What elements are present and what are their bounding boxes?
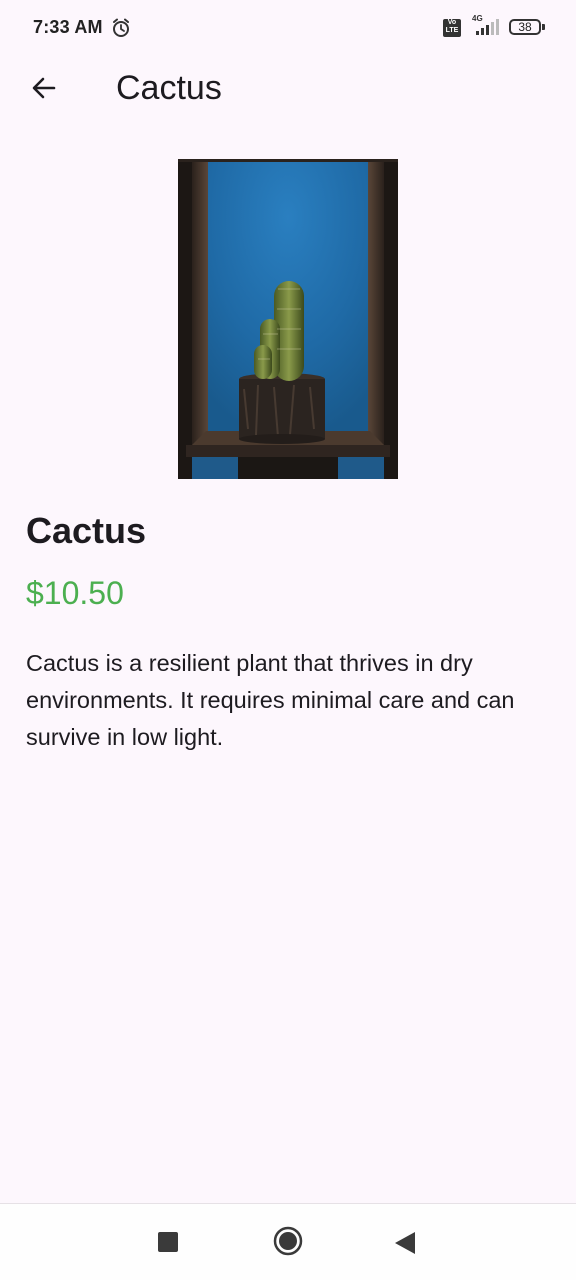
battery-tip — [542, 24, 545, 30]
product-name: Cactus — [26, 510, 147, 551]
signal-strength-icon — [476, 19, 499, 35]
app-bar: Cactus — [0, 56, 576, 120]
alarm-clock-icon — [113, 18, 129, 37]
status-time: 7:33 AM — [33, 17, 103, 37]
product-description: Cactus is a resilient plant that thrives… — [26, 650, 515, 750]
arrow-back-icon — [32, 77, 56, 99]
product-price: $10.50 — [26, 575, 124, 611]
volte-label-top: Vo — [447, 19, 457, 26]
system-navigation-bar — [0, 1204, 576, 1280]
volte-icon: Vo LTE — [443, 19, 461, 37]
page-title: Cactus — [116, 69, 222, 107]
product-image — [178, 159, 398, 479]
circle-home-icon[interactable] — [273, 1226, 303, 1256]
battery-icon: 38 — [509, 19, 541, 35]
back-button[interactable] — [22, 66, 66, 110]
square-recents-icon[interactable] — [158, 1232, 178, 1252]
volte-label-bottom: LTE — [445, 27, 459, 34]
triangle-back-icon[interactable] — [394, 1231, 416, 1255]
status-bar: 7:33 AM Vo LTE 4G 38 — [0, 0, 576, 56]
